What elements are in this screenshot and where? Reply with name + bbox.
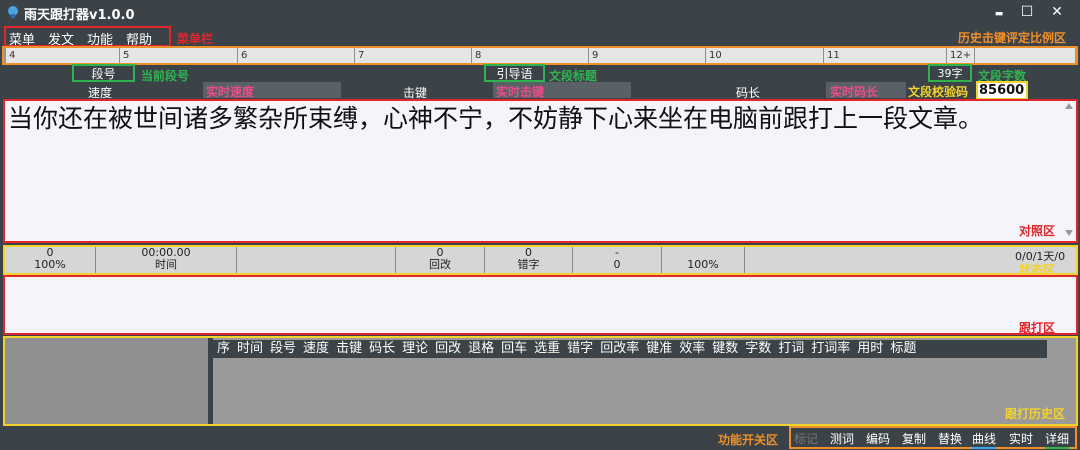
char-count: 39字 [937,67,963,80]
typing-annotation-box [3,275,1078,335]
menubar-annotation: 菜单栏 [177,32,214,46]
minimize-icon: ▬ [994,9,1004,19]
toggle-mark[interactable]: 标记 [794,430,818,447]
minimize-button[interactable]: ▬ [986,2,1012,22]
close-button[interactable]: ✕ [1044,2,1070,22]
realtime-speed-annotation: 实时速度 [206,85,255,99]
current-segment-annotation: 当前段号 [141,69,190,83]
history-ratio-annotation: 历史击键评定比例区 [958,31,1067,45]
ruler-annotation-box [2,46,1078,65]
toggle-curve[interactable]: 曲线 [972,430,997,449]
toggle-copy[interactable]: 复制 [902,430,926,447]
close-icon: ✕ [1051,4,1063,20]
toggle-encoding[interactable]: 编码 [866,430,890,447]
compare-annotation: 对照区 [1019,224,1056,238]
realtime-keystroke-annotation: 实时击键 [496,85,545,99]
title-bar [0,0,1080,24]
compare-annotation-box [3,99,1078,243]
check-code: 85600 [979,83,1025,98]
toggle-annotation: 功能开关区 [718,433,779,447]
history-annotation-box [3,336,1078,426]
typing-annotation: 跟打区 [1019,321,1056,335]
guide-text: 引导语 [496,67,533,81]
menubar-annotation-box [4,26,171,47]
status-annotation-box [3,245,1078,275]
realtime-code-len-annotation: 实时码长 [830,85,879,99]
toggle-detail[interactable]: 详细 [1045,430,1070,449]
toggle-replace[interactable]: 替换 [938,430,962,447]
toggle-realtime[interactable]: 实时 [1009,430,1034,449]
app-title: 雨天跟打器v1.0.0 [24,8,135,23]
check-code-annotation: 文段校验码 [908,85,969,99]
app-icon [8,6,18,18]
maximize-button[interactable]: ☐ [1014,2,1040,22]
history-annotation: 跟打历史区 [1005,407,1066,421]
segment-no: 段号 [91,67,116,81]
toggle-test-word[interactable]: 测词 [830,430,854,447]
maximize-icon: ☐ [1020,4,1034,20]
